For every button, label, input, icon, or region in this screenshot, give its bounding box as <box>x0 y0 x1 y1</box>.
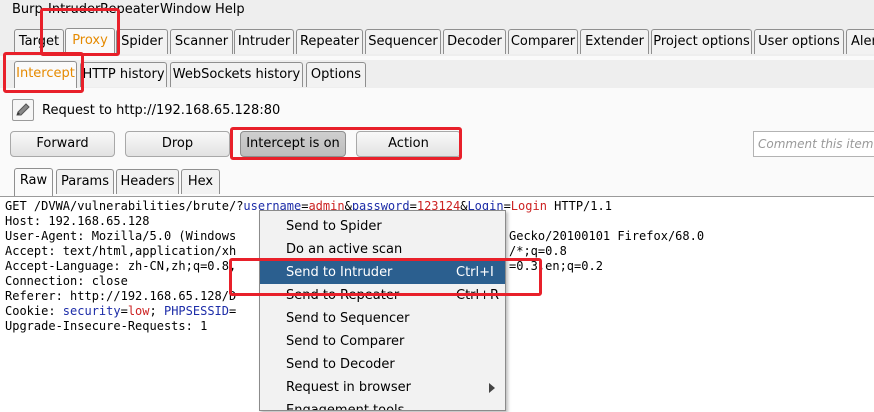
connection-line: Connection: close <box>5 274 128 288</box>
proxy-tab-bar: Intercept HTTP history WebSockets histor… <box>0 60 874 88</box>
submenu-arrow-icon <box>489 383 495 393</box>
host-header-line: Host: 192.168.65.128 <box>5 214 150 228</box>
menu-item-engagement-tools[interactable]: Engagement tools <box>260 399 505 410</box>
annotation-box-intercept-toggle <box>230 127 462 160</box>
upgrade-insecure-line: Upgrade-Insecure-Requests: 1 <box>5 319 208 333</box>
tab-scanner[interactable]: Scanner <box>170 29 233 54</box>
menu-item-send-to-comparer[interactable]: Send to Comparer <box>260 330 505 353</box>
tab-intruder[interactable]: Intruder <box>234 29 294 54</box>
annotation-box-proxy <box>40 8 120 56</box>
tab-sequencer[interactable]: Sequencer <box>365 29 441 54</box>
tab-repeater[interactable]: Repeater <box>296 29 363 54</box>
tab-user-options[interactable]: User options <box>754 29 844 54</box>
referer-line: Referer: http://192.168.65.128/D <box>5 289 237 303</box>
tab-extender[interactable]: Extender <box>580 29 649 54</box>
annotation-box-intercept <box>3 52 84 93</box>
menu-help[interactable]: Help <box>215 2 245 17</box>
tab-decoder[interactable]: Decoder <box>443 29 506 54</box>
drop-button[interactable]: Drop <box>125 131 230 157</box>
annotation-box-send-to-intruder <box>229 258 542 296</box>
context-menu: Send to Spider Do an active scan Send to… <box>259 210 506 411</box>
menu-item-send-to-sequencer[interactable]: Send to Sequencer <box>260 307 505 330</box>
accept-language-line: Accept-Language: zh-CN,zh;q=0.8, <box>5 259 237 273</box>
menu-item-send-to-decoder[interactable]: Send to Decoder <box>260 353 505 376</box>
menu-item-send-to-spider[interactable]: Send to Spider <box>260 215 505 238</box>
tab-alerts[interactable]: Aler <box>846 29 874 54</box>
main-tab-bar: Target Proxy Spider Scanner Intruder Rep… <box>0 28 874 56</box>
view-tab-bar: Raw Params Headers Hex <box>0 168 874 196</box>
menu-window[interactable]: Window <box>160 2 211 17</box>
menu-item-request-in-browser[interactable]: Request in browser <box>260 376 505 399</box>
tab-headers[interactable]: Headers <box>116 169 179 194</box>
user-agent-line: User-Agent: Mozilla/5.0 (Windows <box>5 229 237 243</box>
tab-params[interactable]: Params <box>56 169 114 194</box>
accept-line: Accept: text/html,application/xh <box>5 244 237 258</box>
tab-http-history[interactable]: HTTP history <box>80 62 167 87</box>
cookie-line: Cookie: security=low; PHPSESSID= <box>5 304 237 318</box>
tab-raw[interactable]: Raw <box>14 168 53 196</box>
accept-line-tail: /*;q=0.8 <box>509 244 567 258</box>
tab-options[interactable]: Options <box>306 62 366 87</box>
tab-comparer[interactable]: Comparer <box>508 29 578 54</box>
tab-hex[interactable]: Hex <box>181 169 220 194</box>
request-target-label: Request to http://192.168.65.128:80 <box>42 103 281 118</box>
user-agent-line-tail: Gecko/20100101 Firefox/68.0 <box>509 229 705 243</box>
tab-websockets-history[interactable]: WebSockets history <box>170 62 303 87</box>
edit-pencil-icon[interactable] <box>12 99 34 121</box>
menu-bar: Burp Intruder Repeater Window Help <box>0 0 874 20</box>
tab-spider[interactable]: Spider <box>116 29 168 54</box>
forward-button[interactable]: Forward <box>10 131 115 157</box>
tab-project-options[interactable]: Project options <box>651 29 752 54</box>
comment-input[interactable]: Comment this item <box>753 131 874 157</box>
menu-burp[interactable]: Burp <box>12 2 43 17</box>
